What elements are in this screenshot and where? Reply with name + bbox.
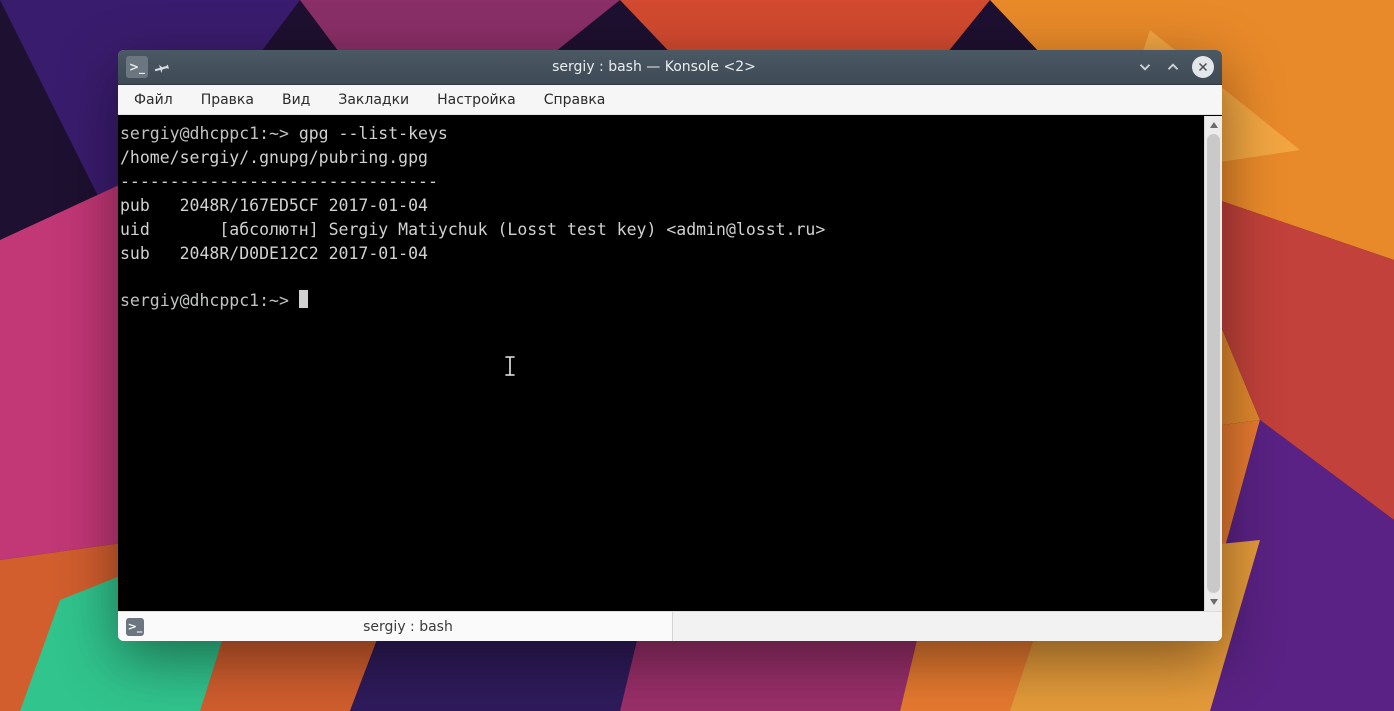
tab-active[interactable]: >_ sergiy : bash bbox=[118, 612, 673, 641]
term-line-dash: -------------------------------- bbox=[120, 172, 438, 191]
terminal-scrollbar[interactable] bbox=[1204, 116, 1222, 611]
menu-edit[interactable]: Правка bbox=[195, 88, 260, 112]
menu-view[interactable]: Вид bbox=[276, 88, 316, 112]
tabbar: >_ sergiy : bash bbox=[118, 611, 1222, 641]
text-cursor-caret bbox=[299, 290, 308, 308]
window-title: sergiy : bash — Konsole <2> bbox=[178, 59, 1130, 75]
term-line-pub: pub 2048R/167ED5CF 2017-01-04 bbox=[120, 196, 428, 215]
term-cmd-1: gpg --list-keys bbox=[299, 124, 448, 143]
scroll-thumb[interactable] bbox=[1207, 134, 1220, 593]
pin-icon[interactable] bbox=[151, 55, 176, 80]
scroll-down-icon[interactable] bbox=[1205, 593, 1222, 611]
menubar: Файл Правка Вид Закладки Настройка Справ… bbox=[118, 85, 1222, 115]
terminal-wrap: sergiy@dhcppc1:~> gpg --list-keys /home/… bbox=[118, 115, 1222, 611]
app-menu-icon[interactable]: >_ bbox=[126, 56, 148, 78]
term-line-path: /home/sergiy/.gnupg/pubring.gpg bbox=[120, 148, 428, 167]
minimize-icon[interactable] bbox=[1136, 58, 1154, 76]
terminal-icon: >_ bbox=[126, 618, 144, 636]
menu-file[interactable]: Файл bbox=[128, 88, 179, 112]
titlebar-left-controls: >_ bbox=[126, 56, 172, 78]
term-prompt-2: sergiy@dhcppc1:~> bbox=[120, 291, 299, 310]
menu-help[interactable]: Справка bbox=[538, 88, 612, 112]
term-line-sub: sub 2048R/D0DE12C2 2017-01-04 bbox=[120, 244, 428, 263]
maximize-icon[interactable] bbox=[1164, 58, 1182, 76]
tab-label: sergiy : bash bbox=[152, 619, 664, 635]
ibeam-cursor-icon bbox=[504, 356, 516, 376]
konsole-window: >_ sergiy : bash — Konsole <2> Файл Прав… bbox=[118, 50, 1222, 641]
titlebar-right-controls bbox=[1136, 56, 1214, 78]
scroll-up-icon[interactable] bbox=[1205, 116, 1222, 134]
menu-bookmarks[interactable]: Закладки bbox=[332, 88, 415, 112]
terminal[interactable]: sergiy@dhcppc1:~> gpg --list-keys /home/… bbox=[118, 116, 1204, 611]
scroll-track[interactable] bbox=[1205, 134, 1222, 593]
titlebar[interactable]: >_ sergiy : bash — Konsole <2> bbox=[118, 50, 1222, 85]
term-prompt-1: sergiy@dhcppc1:~> bbox=[120, 124, 299, 143]
term-line-uid: uid [абсолютн] Sergiy Matiychuk (Losst t… bbox=[120, 220, 825, 239]
menu-settings[interactable]: Настройка bbox=[431, 88, 522, 112]
close-button[interactable] bbox=[1192, 56, 1214, 78]
close-icon bbox=[1197, 61, 1209, 73]
